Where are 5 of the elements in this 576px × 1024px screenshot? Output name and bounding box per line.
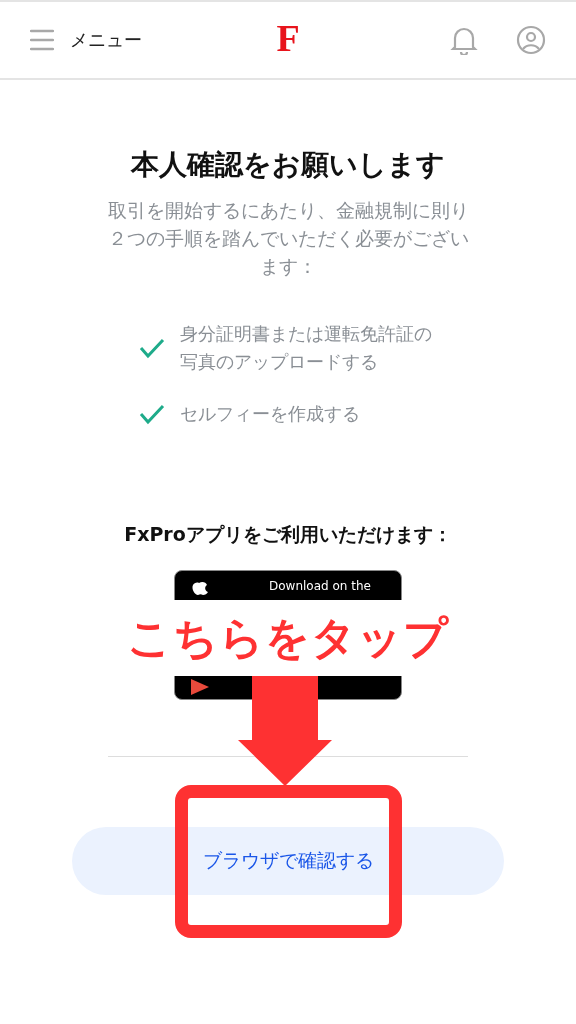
page-title: 本人確認をお願いします [131,147,445,183]
step-label: 身分証明書または運転免許証の写真のアップロードする [180,322,433,374]
description: 取引を開始するにあたり、金融規制に則り２つの手順を踏んでいただく必要がございます： [106,198,470,279]
app-prompt: FxProアプリをご利用いただけます： [124,522,452,547]
step-label: セルフィーを作成する [180,402,361,426]
